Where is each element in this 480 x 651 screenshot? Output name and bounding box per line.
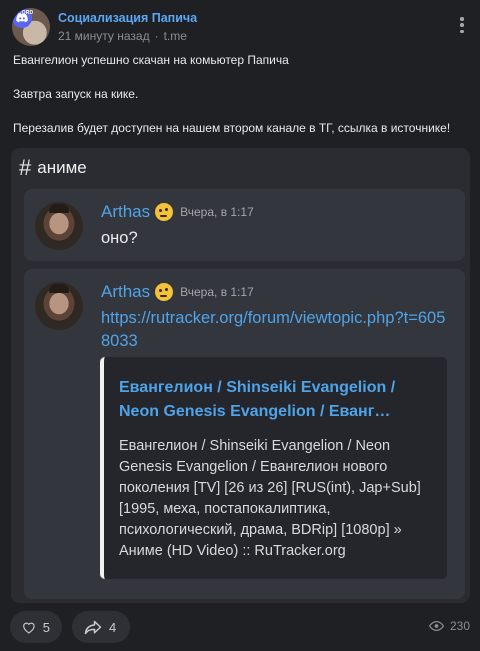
embed-title-line: Neon Genesis Evangelion / Еванг…	[119, 403, 391, 420]
post-line: Перезалив будет доступен на нашем втором…	[13, 121, 451, 135]
thinking-face-emoji-icon	[155, 203, 174, 221]
message-header: Arthas Вчера, в 1:17	[101, 202, 254, 222]
discord-screenshot: # аниме Arthas Вчера, в 1:17 оно? Arthas…	[11, 148, 470, 603]
heart-icon	[23, 622, 35, 634]
hash-icon: #	[19, 155, 32, 180]
post-line: Завтра запуск на кике.	[13, 87, 139, 101]
user-avatar	[35, 282, 83, 330]
message-link: https://rutracker.org/forum/viewtopic.ph…	[101, 309, 446, 350]
post-text: Евангелион успешно скачан на комьютер Па…	[13, 52, 469, 154]
discord-channel-header: # аниме	[19, 157, 87, 179]
discord-channel-name: аниме	[37, 158, 87, 177]
thinking-face-emoji-icon	[155, 283, 174, 301]
post-time: 21 минуту назад	[58, 29, 150, 43]
post-source[interactable]: t.me	[164, 29, 187, 43]
share-count: 4	[109, 619, 117, 635]
post-footer: 5 4 230	[8, 611, 472, 643]
message-author: Arthas	[101, 202, 151, 221]
message-author: Arthas	[101, 282, 151, 301]
meta-separator: ·	[154, 29, 159, 43]
message-header: Arthas Вчера, в 1:17	[101, 282, 254, 302]
discord-message: Arthas Вчера, в 1:17 https://rutracker.o…	[24, 269, 465, 599]
like-count: 5	[42, 619, 50, 635]
share-arrow-icon	[84, 620, 102, 634]
embed-title: Евангелион / Shinseiki Evangelion / Neon…	[119, 376, 437, 424]
more-options-button[interactable]	[452, 14, 472, 36]
views-counter: 230	[428, 619, 470, 633]
message-time: Вчера, в 1:17	[180, 205, 254, 219]
user-avatar	[35, 202, 83, 250]
channel-avatar[interactable]: ACORD	[12, 8, 50, 46]
channel-name[interactable]: Социализация Папича	[58, 11, 197, 25]
avatar-label: ACORD	[14, 10, 34, 16]
more-vertical-icon	[460, 17, 464, 21]
embed-title-line: Евангелион / Shinseiki Evangelion /	[119, 379, 396, 396]
post-line: Евангелион успешно скачан на комьютер Па…	[13, 53, 289, 67]
views-count: 230	[449, 619, 470, 633]
share-button[interactable]: 4	[72, 611, 130, 643]
post-meta: 21 минуту назад · t.me	[58, 29, 187, 43]
message-time: Вчера, в 1:17	[180, 285, 254, 299]
eye-icon	[428, 621, 444, 631]
link-embed: Евангелион / Shinseiki Evangelion / Neon…	[100, 357, 447, 579]
like-button[interactable]: 5	[10, 611, 62, 643]
embed-description: Евангелион / Shinseiki Evangelion / Neon…	[119, 438, 421, 559]
message-text: оно?	[101, 229, 138, 247]
discord-message: Arthas Вчера, в 1:17 оно?	[24, 189, 465, 261]
post-header: ACORD Социализация Папича 21 минуту наза…	[8, 8, 472, 48]
